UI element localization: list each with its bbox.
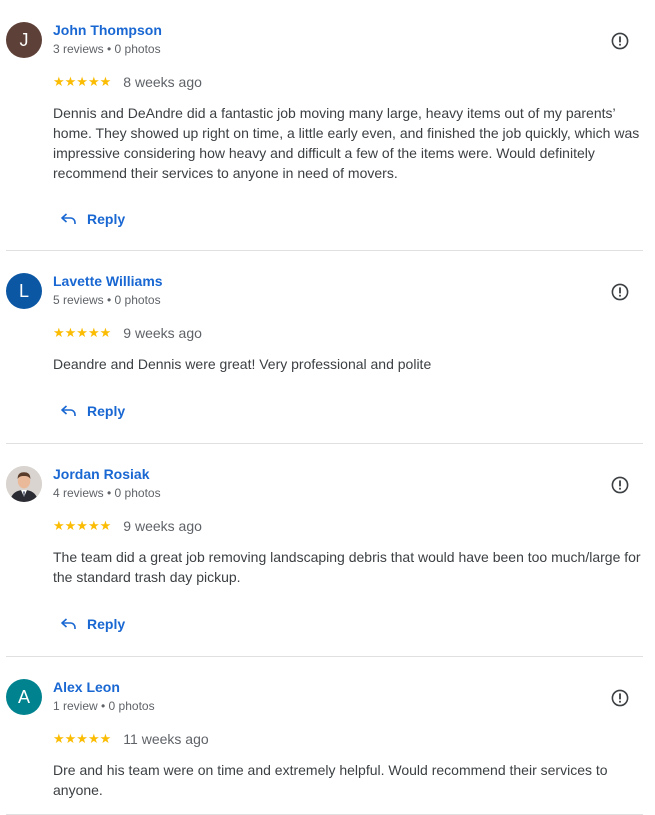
review-card: Jordan Rosiak 4 reviews • 0 photos ★★★★★… (6, 444, 643, 657)
reviewer-name[interactable]: John Thompson (53, 22, 162, 38)
avatar[interactable]: A (6, 679, 42, 715)
reply-icon (61, 405, 76, 416)
review-card: L Lavette Williams 5 reviews • 0 photos … (6, 251, 643, 444)
rating-row: ★★★★★ 8 weeks ago (53, 74, 202, 90)
star-rating: ★★★★★ (53, 325, 112, 340)
avatar[interactable]: J (6, 22, 42, 58)
reviewer-meta: 5 reviews • 0 photos (53, 293, 161, 307)
review-age: 9 weeks ago (123, 518, 202, 534)
reply-label: Reply (87, 211, 126, 227)
star-rating: ★★★★★ (53, 731, 112, 746)
review-text: Dennis and DeAndre did a fantastic job m… (53, 105, 640, 181)
report-icon[interactable] (611, 689, 629, 707)
reviewer-meta: 4 reviews • 0 photos (53, 486, 161, 500)
rating-row: ★★★★★ 9 weeks ago (53, 518, 202, 534)
reply-button[interactable]: Reply (61, 403, 125, 419)
report-icon[interactable] (611, 476, 629, 494)
person-photo-icon (6, 466, 42, 502)
reply-label: Reply (87, 403, 126, 419)
reply-button[interactable]: Reply (61, 616, 125, 632)
review-age: 9 weeks ago (123, 325, 202, 341)
review-text: The team did a great job removing landsc… (53, 549, 641, 585)
avatar[interactable]: L (6, 273, 42, 309)
star-rating: ★★★★★ (53, 518, 112, 533)
report-icon[interactable] (611, 32, 629, 50)
avatar-photo[interactable] (6, 466, 42, 502)
review-card: J John Thompson 3 reviews • 0 photos ★★★… (6, 0, 643, 251)
reply-label: Reply (87, 616, 126, 632)
review-card: A Alex Leon 1 review • 0 photos ★★★★★ 11… (6, 657, 643, 815)
review-text: Deandre and Dennis were great! Very prof… (53, 356, 432, 372)
reply-icon (61, 213, 76, 224)
reply-icon (61, 618, 76, 629)
report-icon[interactable] (611, 283, 629, 301)
review-age: 11 weeks ago (123, 731, 209, 747)
review-text: Dre and his team were on time and extrem… (53, 762, 608, 798)
rating-row: ★★★★★ 9 weeks ago (53, 325, 202, 341)
reply-button[interactable]: Reply (61, 211, 125, 227)
review-age: 8 weeks ago (123, 74, 202, 90)
reviewer-meta: 1 review • 0 photos (53, 699, 155, 713)
reviewer-name[interactable]: Alex Leon (53, 679, 120, 695)
reviewer-name[interactable]: Jordan Rosiak (53, 466, 149, 482)
reviewer-name[interactable]: Lavette Williams (53, 273, 163, 289)
reviewer-meta: 3 reviews • 0 photos (53, 42, 161, 56)
star-rating: ★★★★★ (53, 74, 112, 89)
rating-row: ★★★★★ 11 weeks ago (53, 731, 209, 747)
